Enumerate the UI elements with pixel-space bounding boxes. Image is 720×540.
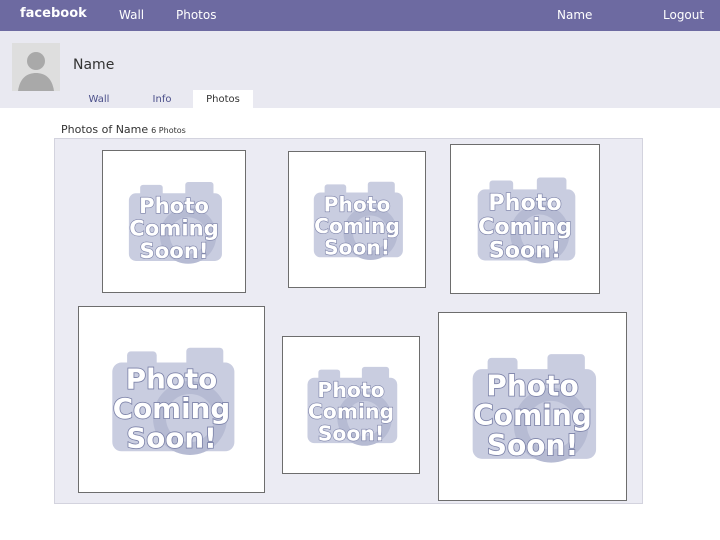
photo-thumbnail[interactable]: Photo Coming Soon! [450,144,600,294]
camera-placeholder-icon: PhotoComingSoon! [477,177,576,264]
camera-placeholder-icon: PhotoComingSoon! [307,366,398,446]
tab-wall[interactable]: Wall [67,90,131,109]
svg-text:Photo: Photo [126,362,218,395]
nav-logout-link[interactable]: Logout [663,8,704,22]
top-nav-bar: facebook Wall Photos Name Logout [0,0,720,31]
tab-photos[interactable]: Photos [193,90,253,109]
camera-placeholder-icon: PhotoComingSoon! [112,347,235,455]
nav-wall-link[interactable]: Wall [119,8,144,22]
svg-text:Coming: Coming [113,392,230,425]
svg-text:Coming: Coming [478,214,572,240]
brand-logo[interactable]: facebook [20,7,87,21]
photo-thumbnail[interactable]: Photo Coming Soon! [288,151,426,288]
tab-info[interactable]: Info [131,90,193,109]
svg-text:Photo: Photo [139,193,209,218]
nav-user-link[interactable]: Name [557,8,592,22]
photo-thumbnail[interactable]: Photo Coming Soon! [102,150,246,293]
svg-text:Soon!: Soon! [126,422,217,455]
svg-text:Soon!: Soon! [324,236,390,260]
camera-placeholder-icon: PhotoComingSoon! [472,354,597,463]
svg-text:Photo: Photo [488,190,561,216]
album-title: Photos of Name 6 Photos [61,123,186,136]
avatar[interactable] [12,43,60,91]
svg-text:Coming: Coming [473,399,592,432]
svg-text:Photo: Photo [486,369,578,402]
svg-text:Coming: Coming [129,216,219,241]
photo-thumbnail[interactable]: Photo Coming Soon! [78,306,265,493]
svg-text:Coming: Coming [308,400,394,424]
photo-thumbnail[interactable]: Photo Coming Soon! [282,336,420,474]
album-title-text: Photos of Name [61,123,149,136]
profile-name: Name [73,57,115,73]
photo-count: 6 Photos [151,126,186,135]
photo-thumbnail[interactable]: Photo Coming Soon! [438,312,627,501]
svg-text:Soon!: Soon! [318,421,385,445]
camera-placeholder-icon: PhotoComingSoon! [129,182,222,264]
svg-text:Coming: Coming [314,214,400,238]
svg-text:Soon!: Soon! [489,237,561,263]
svg-text:Photo: Photo [324,192,391,216]
nav-photos-link[interactable]: Photos [176,8,216,22]
svg-text:Soon!: Soon! [487,429,579,462]
camera-placeholder-icon: PhotoComingSoon! [314,181,403,260]
svg-text:Photo: Photo [317,378,384,402]
user-silhouette-icon [12,43,60,91]
svg-text:Soon!: Soon! [140,238,209,263]
